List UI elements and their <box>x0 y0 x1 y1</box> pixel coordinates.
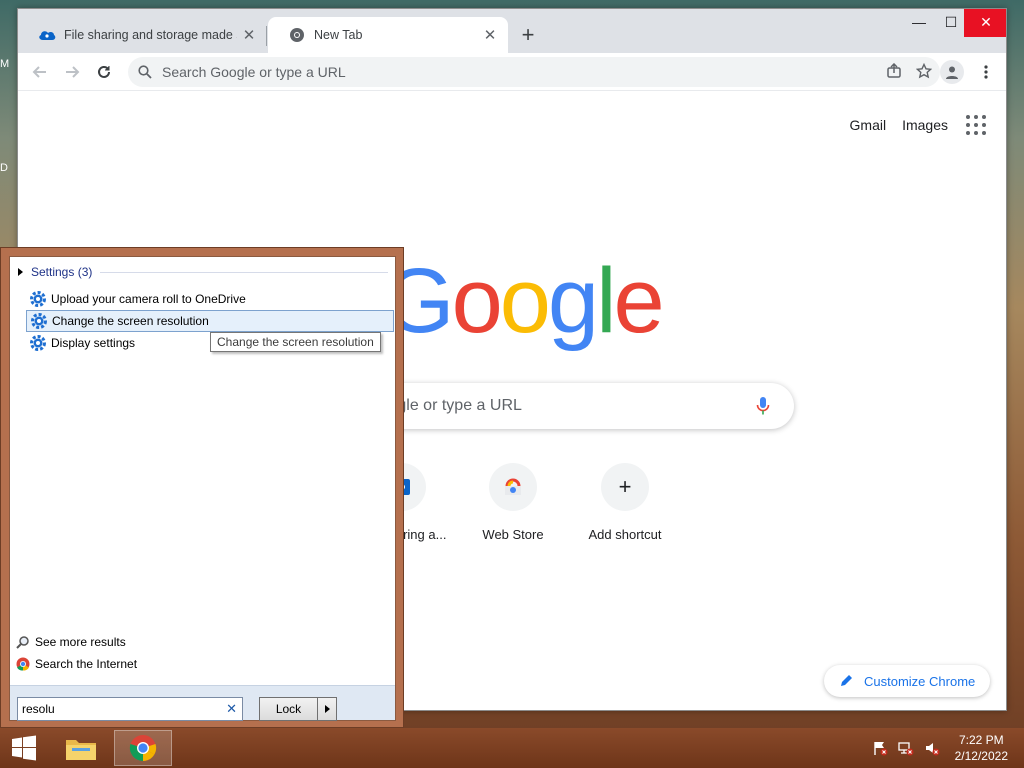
kebab-menu-icon <box>984 65 988 79</box>
start-menu-results: Settings (3) Upload your camera roll to … <box>9 256 396 721</box>
menu-button[interactable] <box>972 58 1000 86</box>
tab-title: File sharing and storage made si <box>64 28 237 42</box>
lock-options-arrow-icon[interactable] <box>318 698 336 720</box>
taskbar-chrome[interactable] <box>114 730 172 766</box>
gmail-link[interactable]: Gmail <box>850 117 887 133</box>
webstore-icon <box>489 463 537 511</box>
new-tab-button[interactable]: + <box>516 23 540 47</box>
forward-arrow-icon <box>66 66 80 78</box>
clear-search-icon[interactable]: ✕ <box>226 701 237 717</box>
customize-chrome-button[interactable]: Customize Chrome <box>824 665 990 697</box>
gear-icon <box>29 290 47 308</box>
close-window-button[interactable]: ✕ <box>964 9 1006 37</box>
clock-date: 2/12/2022 <box>954 749 1008 763</box>
lock-button[interactable]: Lock <box>259 697 337 721</box>
tab-onedrive[interactable]: File sharing and storage made si ✕ <box>18 17 267 53</box>
windows-logo-icon <box>12 735 36 761</box>
plus-icon: + <box>601 463 649 511</box>
magnifier-icon <box>16 635 30 649</box>
reload-button[interactable] <box>90 58 118 86</box>
shortcut-web-store[interactable]: Web Store <box>457 463 569 542</box>
shortcut-add[interactable]: + Add shortcut <box>569 463 681 542</box>
taskbar-file-explorer[interactable] <box>52 730 110 766</box>
result-upload-camera-roll[interactable]: Upload your camera roll to OneDrive <box>26 288 394 310</box>
desktop-edge-label-2: D <box>0 162 8 174</box>
google-logo-letter: l <box>596 250 617 352</box>
address-bar-placeholder: Search Google or type a URL <box>162 64 346 80</box>
google-logo: Google <box>383 249 665 354</box>
tab-strip: File sharing and storage made si ✕ New T… <box>18 9 1006 53</box>
see-more-results-link[interactable]: See more results <box>16 635 126 649</box>
start-menu-bottom-bar: resolu ✕ Lock <box>10 685 395 721</box>
customize-chrome-label: Customize Chrome <box>864 673 976 689</box>
system-tray <box>872 740 940 761</box>
chrome-icon <box>16 657 30 671</box>
lock-button-label: Lock <box>260 698 318 720</box>
profile-icon <box>946 66 958 79</box>
tab-divider <box>266 26 267 46</box>
google-logo-letter: g <box>547 250 599 352</box>
maximize-button[interactable]: ☐ <box>936 9 966 37</box>
share-icon[interactable] <box>886 62 902 82</box>
settings-group-header[interactable]: Settings (3) <box>18 265 92 279</box>
taskbar: 7:22 PM 2/12/2022 <box>0 728 1024 768</box>
result-label: Change the screen resolution <box>52 314 209 328</box>
google-logo-letter: o <box>499 250 551 352</box>
forward-button[interactable] <box>58 58 86 86</box>
result-change-screen-resolution[interactable]: Change the screen resolution <box>26 310 394 332</box>
onedrive-icon <box>38 26 56 44</box>
group-divider <box>100 272 388 273</box>
shortcut-label: Add shortcut <box>588 527 662 542</box>
search-internet-label: Search the Internet <box>35 657 138 671</box>
start-search-input[interactable]: resolu ✕ <box>17 697 243 721</box>
gear-icon <box>29 334 47 352</box>
tooltip: Change the screen resolution <box>210 332 381 352</box>
google-apps-icon[interactable] <box>964 113 988 137</box>
start-search-value: resolu <box>22 702 55 716</box>
browser-toolbar: Search Google or type a URL <box>18 53 1006 91</box>
start-button[interactable] <box>0 728 48 768</box>
tab-new-tab[interactable]: New Tab ✕ <box>268 17 508 53</box>
start-menu: Settings (3) Upload your camera roll to … <box>0 247 404 728</box>
volume-muted-icon[interactable] <box>924 740 940 761</box>
result-label: Display settings <box>51 336 136 350</box>
see-more-label: See more results <box>35 635 126 649</box>
tab-title: New Tab <box>314 28 363 42</box>
gear-icon <box>30 312 48 330</box>
result-label: Upload your camera roll to OneDrive <box>51 292 246 306</box>
top-links: Gmail Images <box>850 113 988 137</box>
tab-close-icon[interactable]: ✕ <box>478 26 502 44</box>
pencil-icon <box>840 673 854 690</box>
chrome-icon <box>288 26 306 44</box>
chrome-icon <box>129 735 157 762</box>
back-button[interactable] <box>26 58 54 86</box>
taskbar-clock[interactable]: 7:22 PM 2/12/2022 <box>955 732 1008 764</box>
microphone-icon[interactable] <box>756 396 770 421</box>
reload-icon <box>98 65 110 78</box>
search-internet-link[interactable]: Search the Internet <box>16 657 137 671</box>
tab-close-icon[interactable]: ✕ <box>237 26 261 44</box>
clock-time: 7:22 PM <box>958 733 1004 747</box>
desktop-edge-label-1: M <box>0 58 10 70</box>
file-explorer-icon <box>66 740 96 760</box>
back-arrow-icon <box>32 66 46 78</box>
expand-triangle-icon <box>18 268 23 276</box>
shortcut-label: Web Store <box>482 527 544 542</box>
action-center-flag-icon[interactable] <box>872 740 888 761</box>
address-bar[interactable]: Search Google or type a URL <box>128 57 940 87</box>
images-link[interactable]: Images <box>902 117 948 133</box>
google-logo-letter: o <box>451 250 503 352</box>
bookmark-star-icon[interactable] <box>915 62 933 82</box>
profile-avatar[interactable] <box>940 60 964 84</box>
settings-group-label: Settings (3) <box>31 265 93 279</box>
google-logo-letter: e <box>613 250 665 352</box>
network-icon[interactable] <box>898 740 914 761</box>
minimize-button[interactable]: — <box>904 9 934 37</box>
search-icon <box>138 65 152 79</box>
